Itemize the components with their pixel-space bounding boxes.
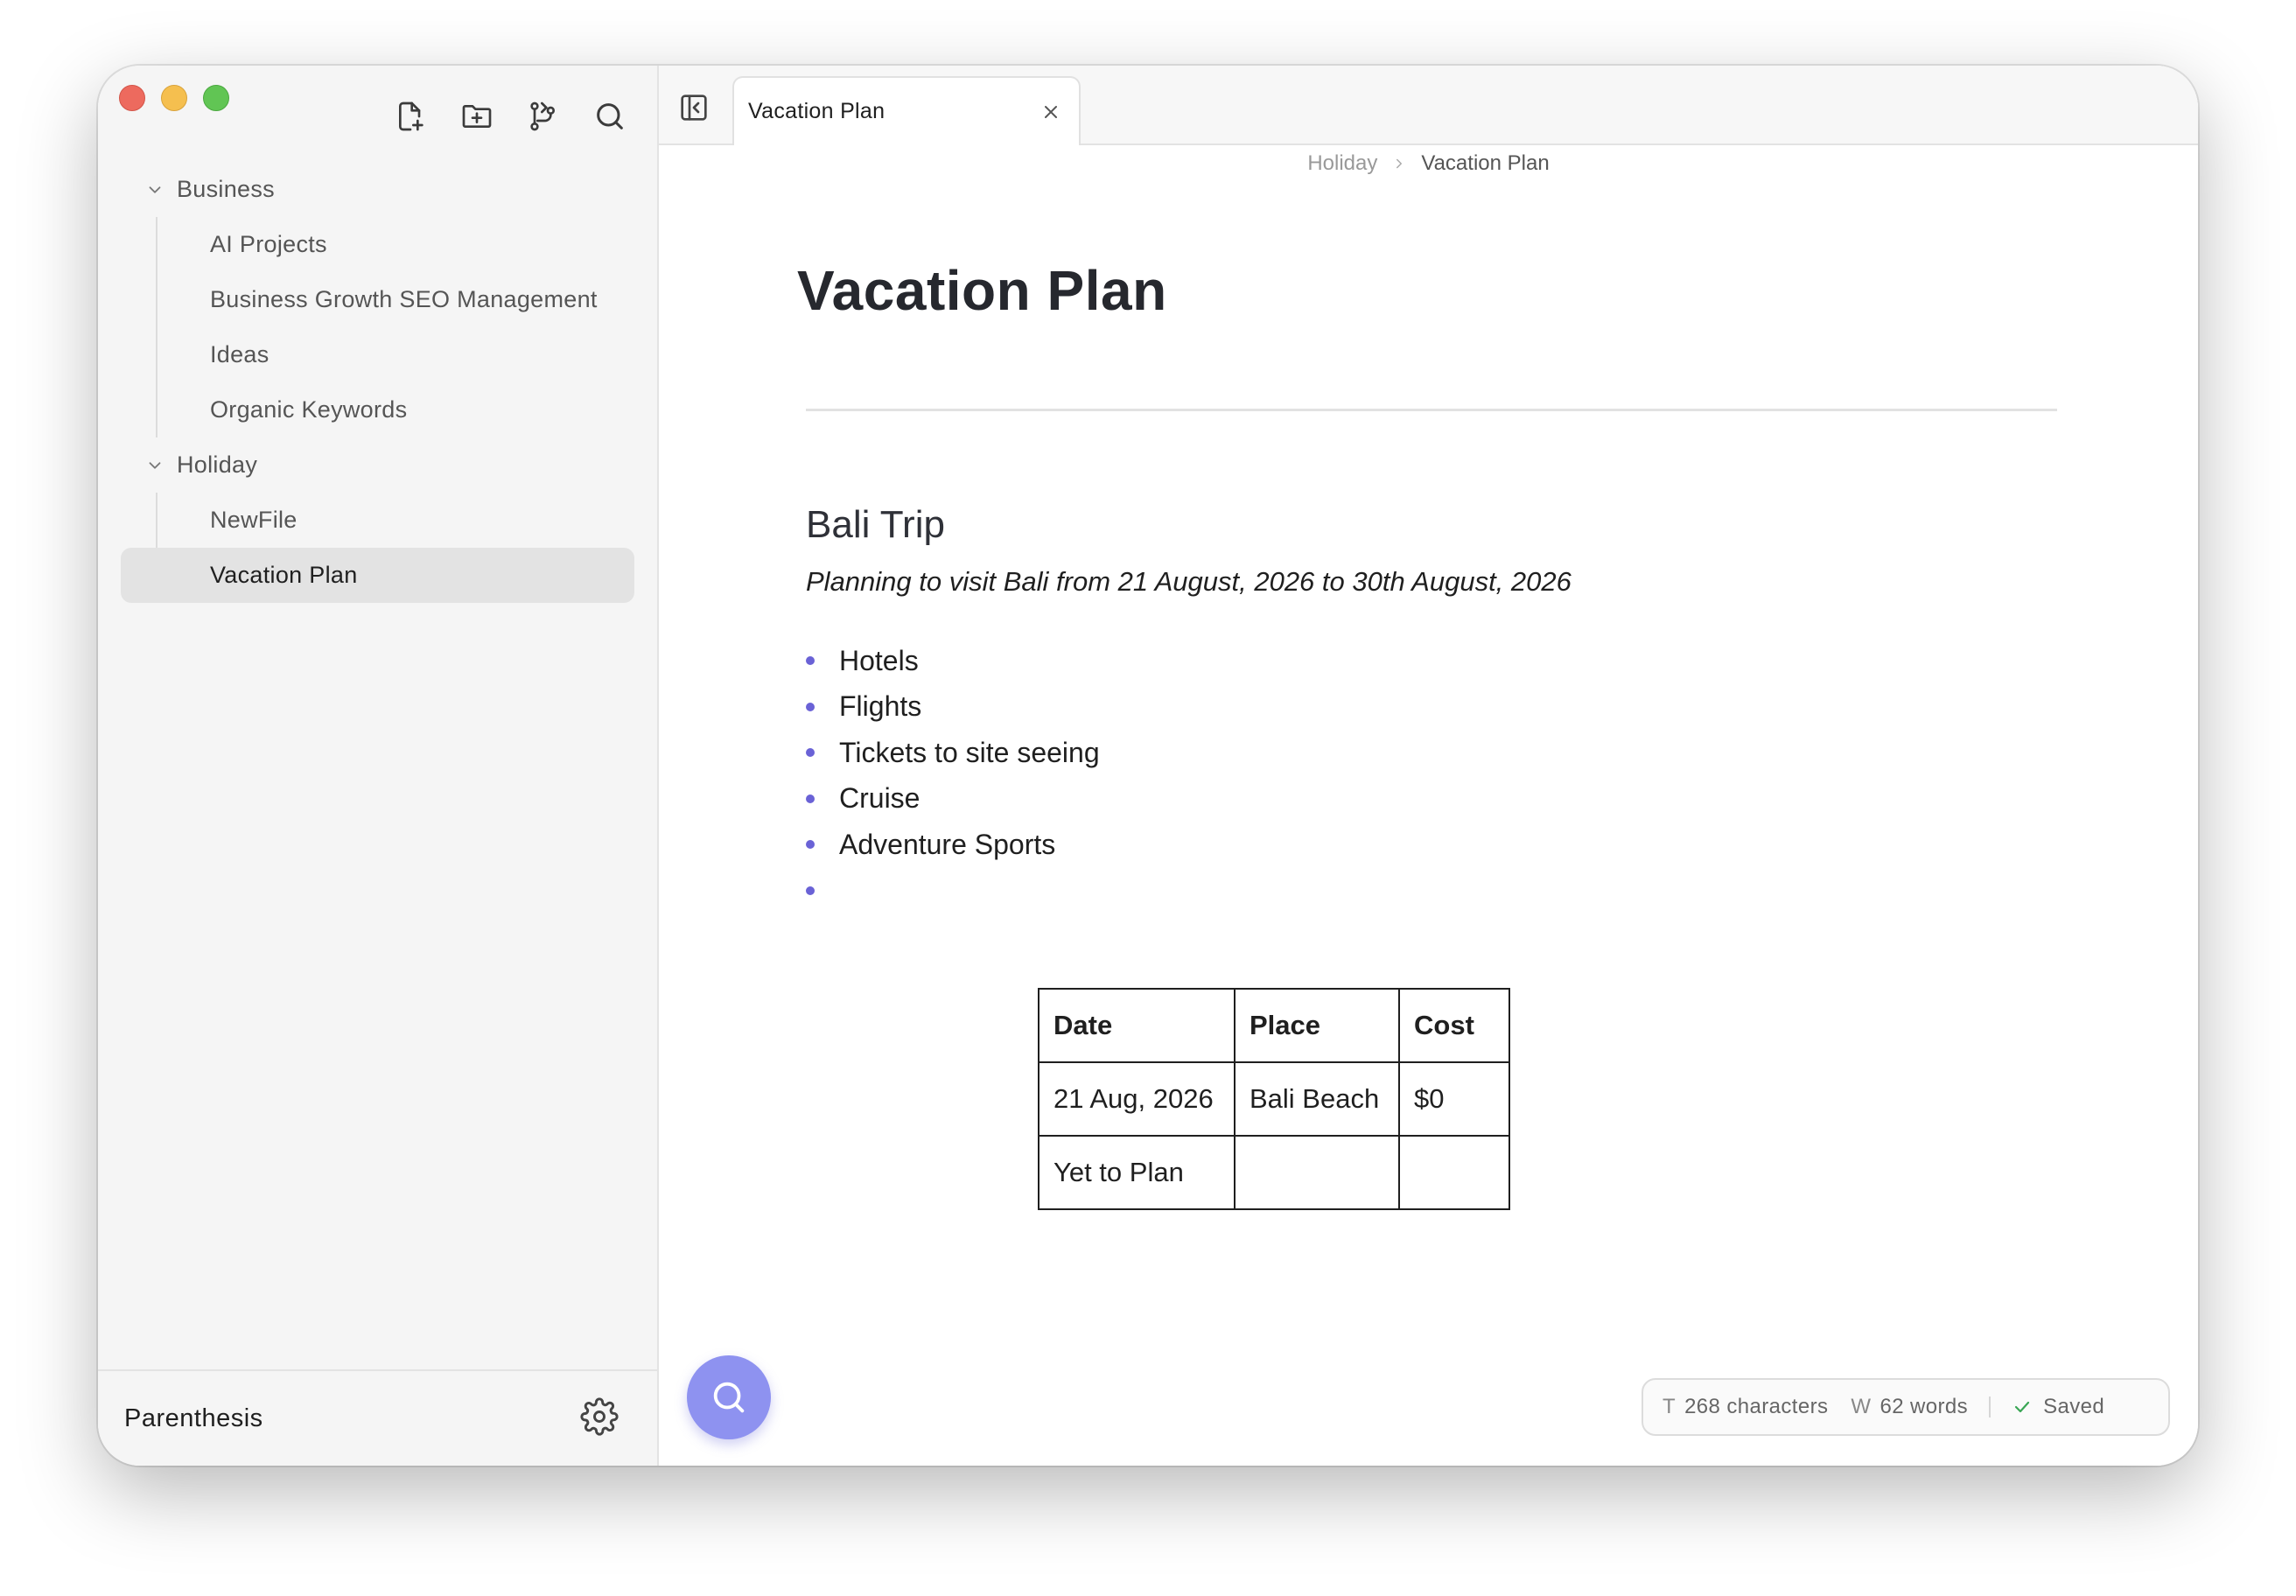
zoom-window-button[interactable]	[203, 85, 229, 111]
settings-button[interactable]	[580, 1396, 619, 1440]
new-file-button[interactable]	[389, 95, 431, 137]
bullet-icon	[806, 656, 815, 666]
file-item-selected[interactable]: Vacation Plan	[121, 548, 634, 603]
bullet-icon	[806, 702, 815, 711]
folder-label: Holiday	[177, 452, 258, 478]
search-button[interactable]	[589, 95, 631, 137]
document[interactable]: Vacation Plan Bali Trip Planning to visi…	[797, 258, 2057, 895]
folder-holiday-children: NewFile Vacation Plan	[121, 493, 657, 603]
bullet-icon	[806, 886, 815, 895]
tab-bar: Vacation Plan	[659, 66, 2198, 145]
search-icon	[597, 103, 623, 130]
git-branch-button[interactable]	[522, 95, 564, 137]
table-cell[interactable]	[1398, 1135, 1510, 1210]
file-item[interactable]: Business Growth SEO Management	[158, 272, 657, 327]
table-header-cell[interactable]: Date	[1038, 988, 1236, 1063]
character-count-text: 268 characters	[1684, 1395, 1829, 1418]
table-cell[interactable]	[1234, 1135, 1400, 1210]
section-heading[interactable]: Bali Trip	[806, 503, 945, 547]
status-bar: T 268 characters W 62 words Saved	[1642, 1378, 2170, 1436]
new-folder-icon	[462, 105, 492, 128]
word-count-text: 62 words	[1880, 1395, 1969, 1418]
app-window: Business AI Projects Business Growth SEO…	[98, 66, 2198, 1466]
file-item[interactable]: Organic Keywords	[158, 382, 657, 438]
sidebar-footer: Parenthesis	[98, 1369, 657, 1466]
list-item[interactable]: Tickets to site seeing	[806, 730, 1100, 776]
table-header-row: Date Place Cost	[1038, 988, 1510, 1063]
table-cell[interactable]: $0	[1398, 1061, 1510, 1137]
divider	[1989, 1396, 1992, 1418]
tab-title: Vacation Plan	[748, 99, 886, 123]
list-item[interactable]: Adventure Sports	[806, 822, 1100, 868]
character-count: T 268 characters	[1662, 1395, 1828, 1419]
editor-area: Vacation Plan Holiday Vacation Plan Vaca…	[659, 66, 2198, 1466]
folder-business-children: AI Projects Business Growth SEO Manageme…	[156, 217, 657, 438]
bullet-icon	[806, 794, 815, 803]
new-file-icon	[399, 102, 424, 131]
file-tree: Business AI Projects Business Growth SEO…	[98, 162, 657, 603]
chevron-down-icon	[149, 461, 161, 469]
file-item[interactable]: NewFile	[158, 493, 657, 548]
table-row: 21 Aug, 2026 Bali Beach $0	[1038, 1061, 1510, 1137]
folder-label: Business	[177, 176, 275, 202]
page-title[interactable]: Vacation Plan	[797, 258, 2057, 323]
bullet-list: Hotels Flights Tickets to site seeing Cr…	[806, 638, 1100, 914]
floating-search-button[interactable]	[687, 1355, 771, 1439]
word-icon: W	[1851, 1395, 1872, 1418]
save-status-text: Saved	[2043, 1395, 2105, 1418]
file-item[interactable]: Ideas	[158, 327, 657, 382]
table-header-cell[interactable]: Cost	[1398, 988, 1510, 1063]
breadcrumb-current: Vacation Plan	[1421, 151, 1550, 175]
word-count: W 62 words	[1851, 1395, 1968, 1419]
file-item[interactable]: AI Projects	[158, 217, 657, 272]
search-icon	[713, 1382, 745, 1413]
app-name: Parenthesis	[124, 1404, 263, 1432]
table-cell[interactable]: Yet to Plan	[1038, 1135, 1236, 1210]
plan-table-wrapper: Date Place Cost 21 Aug, 2026 Bali Beach …	[1038, 988, 1510, 1210]
list-item-text: Tickets to site seeing	[839, 736, 1100, 768]
window-controls	[119, 85, 229, 111]
list-item-empty[interactable]	[806, 868, 1100, 914]
folder-business[interactable]: Business	[98, 162, 657, 217]
table-cell[interactable]: Bali Beach	[1234, 1061, 1400, 1137]
check-icon	[2014, 1401, 2030, 1413]
toggle-sidebar-button[interactable]	[676, 90, 711, 125]
list-item-text: Hotels	[839, 644, 919, 676]
folder-holiday[interactable]: Holiday	[98, 438, 657, 493]
sidebar-toolbar	[389, 95, 631, 137]
table-header-cell[interactable]: Place	[1234, 988, 1400, 1063]
close-window-button[interactable]	[119, 85, 145, 111]
git-branch-icon	[530, 102, 555, 131]
bullet-icon	[806, 840, 815, 850]
chevron-down-icon	[149, 186, 161, 193]
list-item-text: Cruise	[839, 782, 920, 815]
bullet-icon	[806, 748, 815, 758]
breadcrumb: Holiday Vacation Plan	[659, 151, 2198, 176]
tab-vacation-plan[interactable]: Vacation Plan	[732, 76, 1081, 145]
list-item-text: Flights	[839, 690, 922, 723]
sidebar-collapse-icon	[681, 94, 707, 121]
list-item[interactable]: Hotels	[806, 638, 1100, 684]
table-cell[interactable]: 21 Aug, 2026	[1038, 1061, 1236, 1137]
divider	[806, 409, 2057, 411]
sidebar: Business AI Projects Business Growth SEO…	[98, 66, 659, 1466]
text-icon: T	[1662, 1395, 1676, 1418]
minimize-window-button[interactable]	[161, 85, 187, 111]
list-item[interactable]: Flights	[806, 684, 1100, 731]
breadcrumb-parent[interactable]: Holiday	[1307, 151, 1377, 176]
table-row: Yet to Plan	[1038, 1135, 1510, 1210]
plan-table: Date Place Cost 21 Aug, 2026 Bali Beach …	[1038, 988, 1510, 1210]
save-status: Saved	[2012, 1395, 2104, 1419]
list-item-text: Adventure Sports	[839, 828, 1056, 860]
close-icon[interactable]	[1040, 102, 1061, 122]
chevron-right-icon	[1396, 158, 1403, 169]
new-folder-button[interactable]	[456, 95, 498, 137]
list-item[interactable]: Cruise	[806, 776, 1100, 822]
gear-icon	[580, 1396, 619, 1436]
section-subtitle[interactable]: Planning to visit Bali from 21 August, 2…	[806, 566, 1572, 598]
